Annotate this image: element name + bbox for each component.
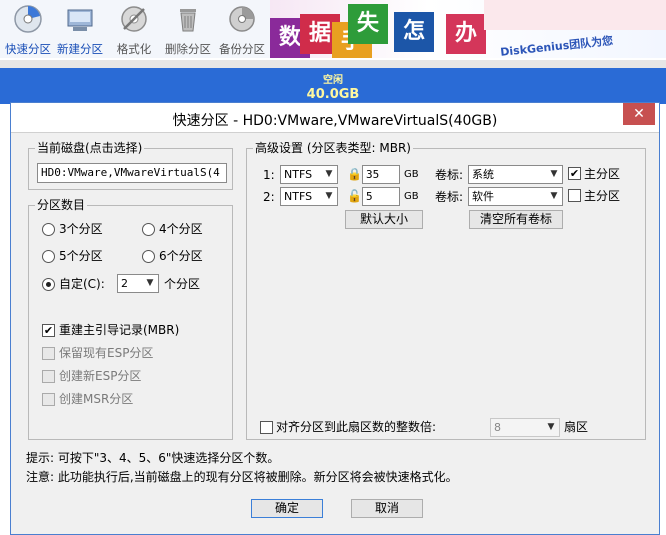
- quick-partition-label: 快速分区: [5, 42, 51, 56]
- backup-partition-button[interactable]: 备份分区: [214, 2, 270, 56]
- row1-size-unit: GB: [404, 169, 419, 180]
- radio-5-label: 5个分区: [59, 249, 103, 263]
- row2-volume-label: 卷标:: [435, 190, 464, 204]
- banner-glyph: 办: [446, 14, 486, 54]
- partition-count-caption: 分区数目: [35, 198, 88, 212]
- delete-partition-label: 删除分区: [165, 42, 211, 56]
- row1-filesystem-value: NTFS: [284, 168, 313, 181]
- partition-count-group: 分区数目 3个分区 4个分区 5个分区 6个分区 自定(C): 2 ▼ 个分区 …: [28, 198, 233, 440]
- toolbar: 快速分区 新建分区 格式化 删除分区 备份分区: [0, 0, 270, 58]
- new-partition-label: 新建分区: [57, 42, 103, 56]
- current-disk-group: 当前磁盘(点击选择) HD0:VMware,VMwareVirtualS(4: [28, 141, 233, 190]
- align-checkbox[interactable]: [260, 421, 273, 434]
- default-size-button[interactable]: 默认大小: [345, 210, 423, 229]
- quick-partition-dialog: 快速分区 - HD0:VMware,VMwareVirtualS(40GB) ✕…: [10, 102, 660, 535]
- row2-filesystem-select[interactable]: NTFS ▼: [280, 187, 338, 206]
- row1-primary-checkbox[interactable]: ✔: [568, 167, 581, 180]
- rebuild-mbr-label: 重建主引导记录(MBR): [59, 323, 180, 337]
- radio-custom[interactable]: [42, 278, 55, 291]
- create-esp-checkbox[interactable]: [42, 370, 55, 383]
- new-partition-button[interactable]: 新建分区: [52, 2, 108, 56]
- disk-map[interactable]: 空闲 40.0GB: [0, 60, 666, 104]
- format-label: 格式化: [116, 42, 152, 56]
- rebuild-mbr-checkbox[interactable]: ✔: [42, 324, 55, 337]
- custom-count-select[interactable]: 2 ▼: [117, 274, 159, 293]
- row2-primary-checkbox[interactable]: [568, 189, 581, 202]
- row2-size-unit: GB: [404, 191, 419, 202]
- free-space-size: 40.0GB: [306, 87, 360, 102]
- radio-4-partitions[interactable]: [142, 223, 155, 236]
- radio-3-partitions[interactable]: [42, 223, 55, 236]
- row1-size-input[interactable]: 35: [362, 165, 400, 184]
- row2-volume-select[interactable]: 软件 ▼: [468, 187, 563, 206]
- advanced-caption: 高级设置 (分区表类型: MBR): [253, 141, 413, 155]
- align-label: 对齐分区到此扇区数的整数倍:: [276, 420, 437, 434]
- hint-text: 提示: 可按下"3、4、5、6"快速选择分区个数。: [26, 451, 280, 465]
- warning-text: 注意: 此功能执行后,当前磁盘上的现有分区将被删除。新分区将会被快速格式化。: [26, 470, 458, 484]
- close-button[interactable]: ✕: [623, 103, 655, 125]
- quick-partition-button[interactable]: 快速分区: [0, 2, 56, 56]
- new-partition-icon: [67, 9, 93, 31]
- disk-label: 空闲 40.0GB: [0, 74, 666, 102]
- free-space-label: 空闲: [323, 75, 343, 86]
- dialog-title: 快速分区 - HD0:VMware,VMwareVirtualS(40GB): [172, 113, 498, 129]
- quick-partition-icon: [14, 5, 42, 33]
- backup-partition-label: 备份分区: [219, 42, 265, 56]
- delete-icon: [180, 9, 196, 32]
- cancel-button[interactable]: 取消: [351, 499, 423, 518]
- radio-4-label: 4个分区: [159, 222, 203, 236]
- custom-count-value: 2: [121, 277, 128, 290]
- radio-3-label: 3个分区: [59, 222, 103, 236]
- radio-6-label: 6个分区: [159, 249, 203, 263]
- chevron-down-icon: ▼: [550, 191, 558, 201]
- radio-6-partitions[interactable]: [142, 250, 155, 263]
- clear-all-labels-button[interactable]: 清空所有卷标: [469, 210, 563, 229]
- banner-glyph: 失: [348, 4, 388, 44]
- row1-primary-label: 主分区: [584, 167, 621, 181]
- format-button[interactable]: 格式化: [106, 2, 162, 56]
- format-icon: [121, 6, 147, 32]
- row2-size-input[interactable]: 5: [362, 187, 400, 206]
- row1-volume-select[interactable]: 系统 ▼: [468, 165, 563, 184]
- create-msr-checkbox[interactable]: [42, 393, 55, 406]
- row1-volume-value: 系统: [472, 168, 494, 181]
- ad-banner[interactable]: 数 据 手 失 怎 办 DiskGenius团队为您: [270, 0, 666, 58]
- advanced-settings-group: 高级设置 (分区表类型: MBR) 1: NTFS ▼ 🔒 35 GB 卷标: …: [246, 141, 646, 440]
- banner-glyph: 怎: [394, 12, 434, 52]
- chevron-down-icon: ▼: [547, 422, 555, 432]
- chevron-down-icon: ▼: [146, 278, 154, 288]
- keep-esp-checkbox[interactable]: [42, 347, 55, 360]
- row1-filesystem-select[interactable]: NTFS ▼: [280, 165, 338, 184]
- close-icon: ✕: [633, 106, 645, 122]
- radio-5-partitions[interactable]: [42, 250, 55, 263]
- row1-index: 1:: [263, 168, 275, 182]
- backup-icon: [229, 6, 255, 32]
- chevron-down-icon: ▼: [550, 169, 558, 179]
- unlock-icon[interactable]: 🔓: [347, 189, 362, 203]
- align-unit: 扇区: [564, 420, 589, 434]
- dialog-titlebar[interactable]: 快速分区 - HD0:VMware,VMwareVirtualS(40GB) ✕: [11, 103, 659, 133]
- align-sectors-value: 8: [494, 421, 501, 434]
- row1-volume-label: 卷标:: [435, 168, 464, 182]
- row2-volume-value: 软件: [472, 190, 494, 203]
- create-msr-label: 创建MSR分区: [59, 392, 134, 406]
- create-esp-label: 创建新ESP分区: [59, 369, 142, 383]
- custom-count-suffix: 个分区: [164, 277, 201, 291]
- delete-partition-button[interactable]: 删除分区: [160, 2, 216, 56]
- row2-filesystem-value: NTFS: [284, 190, 313, 203]
- keep-esp-label: 保留现有ESP分区: [59, 346, 154, 360]
- row2-primary-label: 主分区: [584, 189, 621, 203]
- chevron-down-icon: ▼: [325, 169, 333, 179]
- ok-button[interactable]: 确定: [251, 499, 323, 518]
- current-disk-caption: 当前磁盘(点击选择): [35, 141, 145, 155]
- radio-custom-label: 自定(C):: [59, 277, 105, 291]
- row2-index: 2:: [263, 190, 275, 204]
- current-disk-field[interactable]: HD0:VMware,VMwareVirtualS(4: [37, 163, 227, 183]
- lock-icon[interactable]: 🔒: [347, 167, 362, 181]
- align-sectors-select[interactable]: 8 ▼: [490, 418, 560, 437]
- chevron-down-icon: ▼: [325, 191, 333, 201]
